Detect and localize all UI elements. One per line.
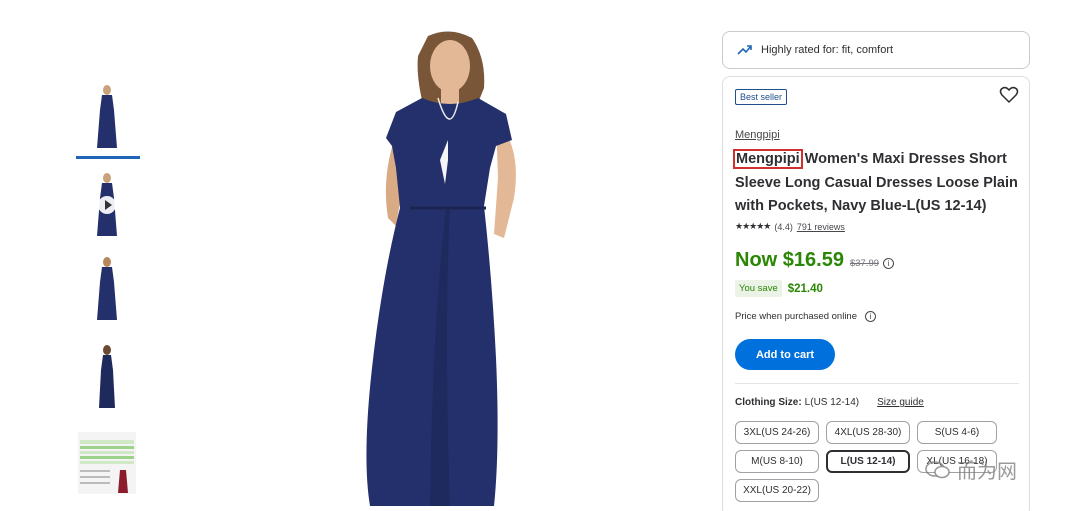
rating-row: ★★★★★ (4.4) 791 reviews <box>735 221 845 232</box>
info-icon[interactable]: i <box>883 258 895 269</box>
play-icon <box>98 196 116 214</box>
thumbnail-size-chart[interactable] <box>74 428 140 498</box>
trending-up-icon <box>737 45 752 55</box>
dress-thumbnail-image <box>97 85 117 148</box>
wechat-logo-icon <box>925 460 950 478</box>
size-guide-link[interactable]: Size guide <box>877 397 924 408</box>
size-option-m[interactable]: M(US 8-10) <box>735 450 819 473</box>
size-option-l-selected[interactable]: L(US 12-14) <box>826 450 910 473</box>
online-price-note: Price when purchased online i <box>735 311 876 322</box>
online-price-text: Price when purchased online <box>735 311 857 322</box>
selected-size-value: L(US 12-14) <box>804 397 860 408</box>
product-info-panel: Best seller Mengpipi Mengpipi Women's Ma… <box>722 76 1030 511</box>
active-thumbnail-indicator <box>76 156 140 159</box>
product-title: Mengpipi Women's Maxi Dresses Short Slee… <box>733 148 1020 219</box>
size-chart-thumbnail-image <box>78 432 136 494</box>
highly-rated-text: Highly rated for: fit, comfort <box>761 44 894 56</box>
original-price: $37.99 <box>849 258 880 269</box>
clothing-size-label: Clothing Size: <box>735 397 802 408</box>
clothing-size-row: Clothing Size: L(US 12-14) Size guide <box>735 397 924 408</box>
star-rating-icon: ★★★★★ <box>735 221 771 231</box>
favorite-heart-icon[interactable] <box>999 85 1019 105</box>
size-option-xxl[interactable]: XXL(US 20-22) <box>735 479 819 502</box>
rating-value: (4.4) <box>774 221 793 232</box>
thumbnail-video[interactable] <box>74 170 140 240</box>
price-row: Now $16.59 $37.99 i <box>735 249 895 272</box>
dress-thumbnail-image <box>97 257 117 320</box>
watermark-text: 而为网 <box>957 461 1017 483</box>
best-seller-badge: Best seller <box>735 89 788 105</box>
size-option-3xl[interactable]: 3XL(US 24-26) <box>735 421 819 444</box>
thumbnail-1[interactable] <box>74 82 140 152</box>
savings-row: You save $21.40 <box>735 280 823 297</box>
reviews-link[interactable]: 791 reviews <box>797 222 845 232</box>
highlighted-brand-name: Mengpipi <box>733 149 803 169</box>
thumbnail-4[interactable] <box>74 342 140 412</box>
info-icon[interactable]: i <box>865 311 876 322</box>
highly-rated-banner: Highly rated for: fit, comfort <box>722 31 1030 69</box>
size-option-4xl[interactable]: 4XL(US 28-30) <box>826 421 910 444</box>
you-save-label: You save <box>735 280 782 297</box>
add-to-cart-button[interactable]: Add to cart <box>735 339 835 370</box>
brand-link[interactable]: Mengpipi <box>735 129 780 141</box>
dress-side-thumbnail-image <box>99 345 115 408</box>
divider <box>735 383 1019 384</box>
main-product-image <box>366 31 516 506</box>
thumbnail-3[interactable] <box>74 254 140 324</box>
current-price: Now $16.59 <box>735 249 844 271</box>
size-option-s[interactable]: S(US 4-6) <box>917 421 997 444</box>
savings-amount: $21.40 <box>787 282 823 295</box>
watermark: 而为网 <box>925 455 1017 484</box>
